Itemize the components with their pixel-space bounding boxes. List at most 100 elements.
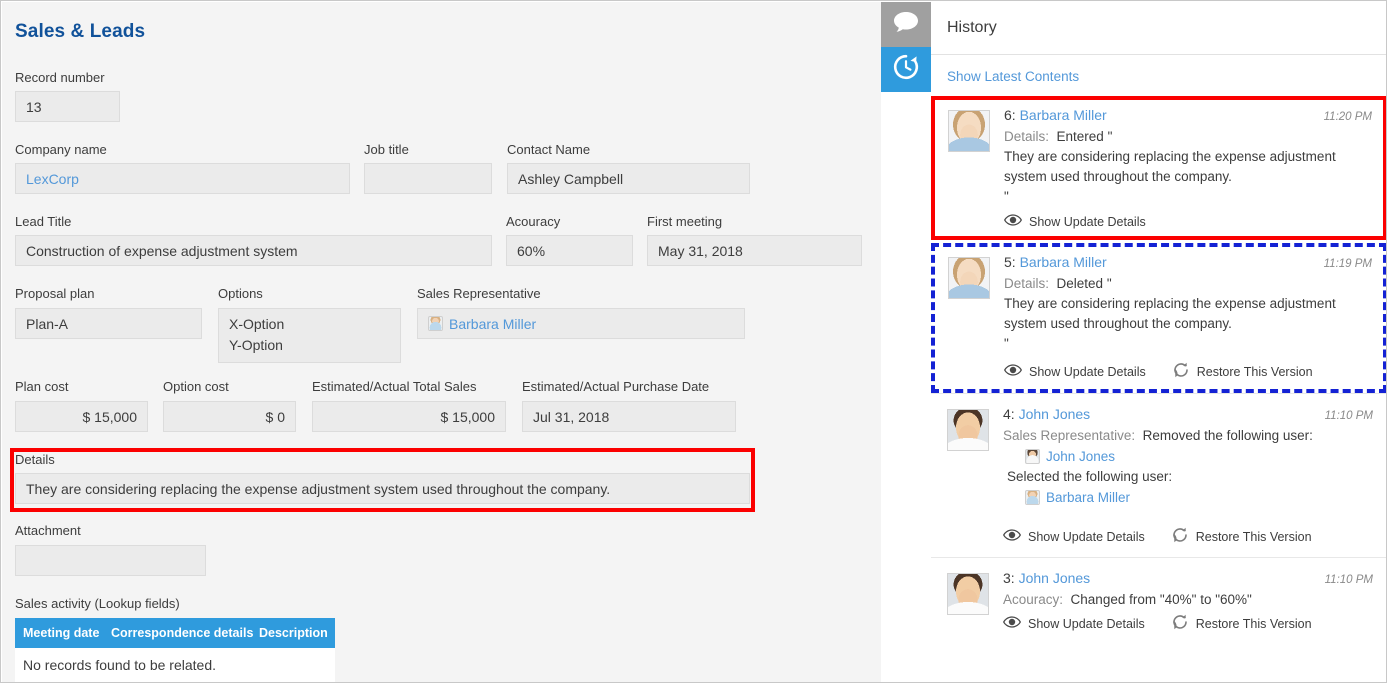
history-entry-user[interactable]: John Jones xyxy=(1019,406,1091,422)
field-sales-representative-name[interactable]: Barbara Miller xyxy=(449,316,536,332)
field-record-number-value[interactable]: 13 xyxy=(15,91,120,122)
comment-icon xyxy=(893,11,919,38)
history-entry[interactable]: 6: Barbara Miller 11:20 PM Details: Ente… xyxy=(931,96,1387,240)
history-entry-selected-user[interactable]: Barbara Miller xyxy=(1003,487,1373,508)
field-lead-title-value[interactable]: Construction of expense adjustment syste… xyxy=(15,235,492,266)
history-entry-quote-close: " xyxy=(1004,187,1372,207)
history-entry-actions: Show Update Details Restore This Version xyxy=(1004,361,1372,382)
field-sales-representative-value[interactable]: Barbara Miller xyxy=(417,308,745,339)
history-entry-author: 4: John Jones xyxy=(1003,406,1090,422)
restore-this-version-button[interactable]: Restore This Version xyxy=(1171,526,1312,547)
history-entry-user[interactable]: Barbara Miller xyxy=(1020,254,1107,270)
lookup-section: Sales activity (Lookup fields) Meeting d… xyxy=(15,596,335,682)
field-accuracy-value[interactable]: 60% xyxy=(506,235,633,266)
history-title: History xyxy=(931,2,1387,55)
history-entry-field: Details: xyxy=(1004,276,1049,291)
field-attachment: Attachment xyxy=(15,523,206,576)
field-accuracy-label: Acouracy xyxy=(506,214,633,230)
field-job-title-label: Job title xyxy=(364,142,492,158)
lookup-section-label: Sales activity (Lookup fields) xyxy=(15,596,335,612)
field-purchase-date: Estimated/Actual Purchase Date Jul 31, 2… xyxy=(522,379,736,432)
history-entry-removed-user[interactable]: John Jones xyxy=(1003,446,1373,467)
field-company-name-value[interactable]: LexCorp xyxy=(15,163,350,194)
restore-this-version-label: Restore This Version xyxy=(1196,530,1312,544)
history-entry-id: 6 xyxy=(1004,107,1012,123)
show-update-details-button[interactable]: Show Update Details xyxy=(1004,214,1146,229)
history-entry-selected-user-name: Barbara Miller xyxy=(1046,490,1130,505)
show-latest-contents-link[interactable]: Show Latest Contents xyxy=(931,55,1387,96)
history-entry-user[interactable]: Barbara Miller xyxy=(1020,107,1107,123)
field-company-name: Company name LexCorp xyxy=(15,142,350,194)
history-entry-field: Sales Representative: xyxy=(1003,428,1135,443)
restore-this-version-button[interactable]: Restore This Version xyxy=(1171,613,1312,634)
field-options-value-2: Y-Option xyxy=(229,335,390,356)
avatar xyxy=(948,110,990,152)
table-header-row: Meeting date Correspondence details Desc… xyxy=(15,618,335,648)
history-entry-actions: Show Update Details xyxy=(1004,214,1372,229)
table-col-meeting-date[interactable]: Meeting date xyxy=(15,618,103,648)
avatar xyxy=(1025,449,1040,464)
avatar xyxy=(947,409,989,451)
history-entry-quote-line-1: They are considering replacing the expen… xyxy=(1004,147,1372,167)
table-col-correspondence-details[interactable]: Correspondence details xyxy=(103,618,251,648)
history-entry[interactable]: 5: Barbara Miller 11:19 PM Details: Dele… xyxy=(931,243,1387,393)
field-sales-representative-label: Sales Representative xyxy=(417,286,745,302)
side-tab-rail xyxy=(881,2,931,683)
history-entry[interactable]: 3: John Jones 11:10 PM Acouracy: Changed… xyxy=(931,557,1387,644)
sales-activity-table: Meeting date Correspondence details Desc… xyxy=(15,618,335,682)
field-accuracy: Acouracy 60% xyxy=(506,214,633,266)
show-update-details-label: Show Update Details xyxy=(1028,530,1145,544)
history-entry-author: 3: John Jones xyxy=(1003,570,1090,586)
field-attachment-label: Attachment xyxy=(15,523,206,539)
history-entry-id: 4 xyxy=(1003,406,1011,422)
show-update-details-button[interactable]: Show Update Details xyxy=(1003,529,1145,544)
history-entry-time: 11:10 PM xyxy=(1317,410,1373,422)
history-entry-quote-line-2: system used throughout the company. xyxy=(1004,314,1372,334)
eye-icon xyxy=(1003,616,1021,631)
field-lead-title: Lead Title Construction of expense adjus… xyxy=(15,214,492,266)
tab-history[interactable] xyxy=(881,47,931,92)
history-entry-change: Details: Deleted " xyxy=(1004,274,1372,294)
field-attachment-value[interactable] xyxy=(15,545,206,576)
details-highlight-box xyxy=(10,448,755,512)
history-clock-icon xyxy=(892,53,920,86)
field-first-meeting-value[interactable]: May 31, 2018 xyxy=(647,235,862,266)
show-update-details-label: Show Update Details xyxy=(1029,365,1146,379)
field-proposal-plan: Proposal plan Plan-A xyxy=(15,286,202,339)
history-entry-user[interactable]: John Jones xyxy=(1019,570,1091,586)
field-total-sales-value[interactable]: $ 15,000 xyxy=(312,401,506,432)
history-entry-selected-label: Selected the following user: xyxy=(1003,467,1373,487)
show-update-details-button[interactable]: Show Update Details xyxy=(1003,616,1145,631)
field-job-title-value[interactable] xyxy=(364,163,492,194)
restore-this-version-button[interactable]: Restore This Version xyxy=(1172,361,1313,382)
field-proposal-plan-value[interactable]: Plan-A xyxy=(15,308,202,339)
history-entry-verb: Deleted " xyxy=(1057,276,1112,291)
field-plan-cost: Plan cost $ 15,000 xyxy=(15,379,148,432)
field-sales-representative: Sales Representative Barbara Miller xyxy=(417,286,745,339)
field-options-values[interactable]: X-Option Y-Option xyxy=(218,308,401,363)
table-col-description[interactable]: Description xyxy=(251,618,335,648)
history-entry-quote-line-1: They are considering replacing the expen… xyxy=(1004,294,1372,314)
tab-comments[interactable] xyxy=(881,2,931,47)
show-update-details-button[interactable]: Show Update Details xyxy=(1004,364,1146,379)
field-record-number: Record number 13 xyxy=(15,70,120,122)
show-update-details-label: Show Update Details xyxy=(1028,617,1145,631)
field-option-cost-label: Option cost xyxy=(163,379,296,395)
field-contact-name-value[interactable]: Ashley Campbell xyxy=(507,163,750,194)
field-options: Options X-Option Y-Option xyxy=(218,286,401,363)
restore-icon xyxy=(1172,361,1190,382)
field-purchase-date-value[interactable]: Jul 31, 2018 xyxy=(522,401,736,432)
field-plan-cost-value[interactable]: $ 15,000 xyxy=(15,401,148,432)
restore-this-version-label: Restore This Version xyxy=(1197,365,1313,379)
field-contact-name: Contact Name Ashley Campbell xyxy=(507,142,750,194)
field-total-sales: Estimated/Actual Total Sales $ 15,000 xyxy=(312,379,506,432)
field-first-meeting: First meeting May 31, 2018 xyxy=(647,214,862,266)
eye-icon xyxy=(1003,529,1021,544)
field-lead-title-label: Lead Title xyxy=(15,214,492,230)
avatar xyxy=(1025,490,1040,505)
history-entry[interactable]: 4: John Jones 11:10 PM Sales Representat… xyxy=(931,393,1387,557)
restore-icon xyxy=(1171,526,1189,547)
field-option-cost-value[interactable]: $ 0 xyxy=(163,401,296,432)
field-record-number-label: Record number xyxy=(15,70,120,86)
history-entry-verb: Entered " xyxy=(1057,129,1113,144)
